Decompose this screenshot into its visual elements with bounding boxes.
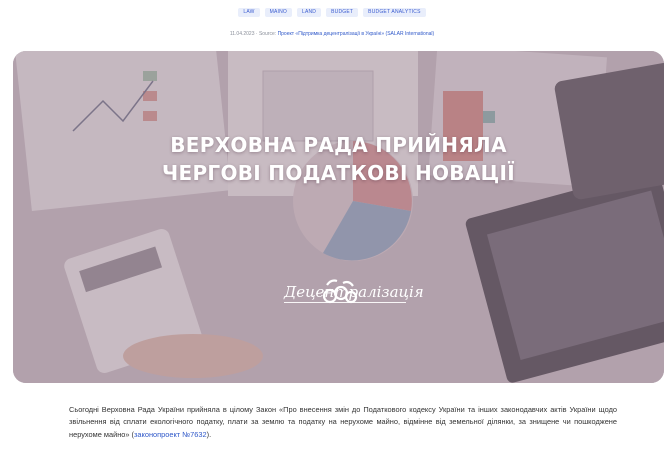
tag-land[interactable]: LAND <box>296 8 322 17</box>
tag-budget-analytics[interactable]: BUDGET ANALYTICS <box>363 8 426 17</box>
article-body: Сьогодні Верховна Рада України прийняла … <box>69 404 617 441</box>
bill-link[interactable]: законопроект №7632 <box>134 430 207 439</box>
hero-title-line-2: ЧЕРГОВІ ПОДАТКОВІ НОВАЦІЇ <box>162 161 515 185</box>
source-link[interactable]: Проект «Підтримка децентралізації в Укра… <box>278 31 435 37</box>
tag-maino[interactable]: MAINO <box>264 8 292 17</box>
article-meta: 11.04.2023 · Source: Проект «Підтримка д… <box>0 31 664 37</box>
article-paragraph-tail: ). <box>206 429 212 439</box>
hero-image: ВЕРХОВНА РАДА ПРИЙНЯЛА ЧЕРГОВІ ПОДАТКОВІ… <box>13 51 664 383</box>
hero-illustration <box>13 51 664 383</box>
meta-separator: · <box>255 31 258 37</box>
hero-title-line-1: ВЕРХОВНА РАДА ПРИЙНЯЛА <box>170 133 507 157</box>
tag-budget[interactable]: BUDGET <box>326 8 359 17</box>
source-label: Source: <box>258 31 277 37</box>
hero-title: ВЕРХОВНА РАДА ПРИЙНЯЛА ЧЕРГОВІ ПОДАТКОВІ… <box>13 131 664 187</box>
logo-text: Децентралізація <box>284 283 424 303</box>
publish-date: 11.04.2023 <box>229 31 255 37</box>
decentralization-logo: Децентралізація <box>275 281 424 303</box>
tag-list: LAW MAINO LAND BUDGET BUDGET ANALYTICS <box>0 8 664 17</box>
tag-law[interactable]: LAW <box>238 8 260 17</box>
